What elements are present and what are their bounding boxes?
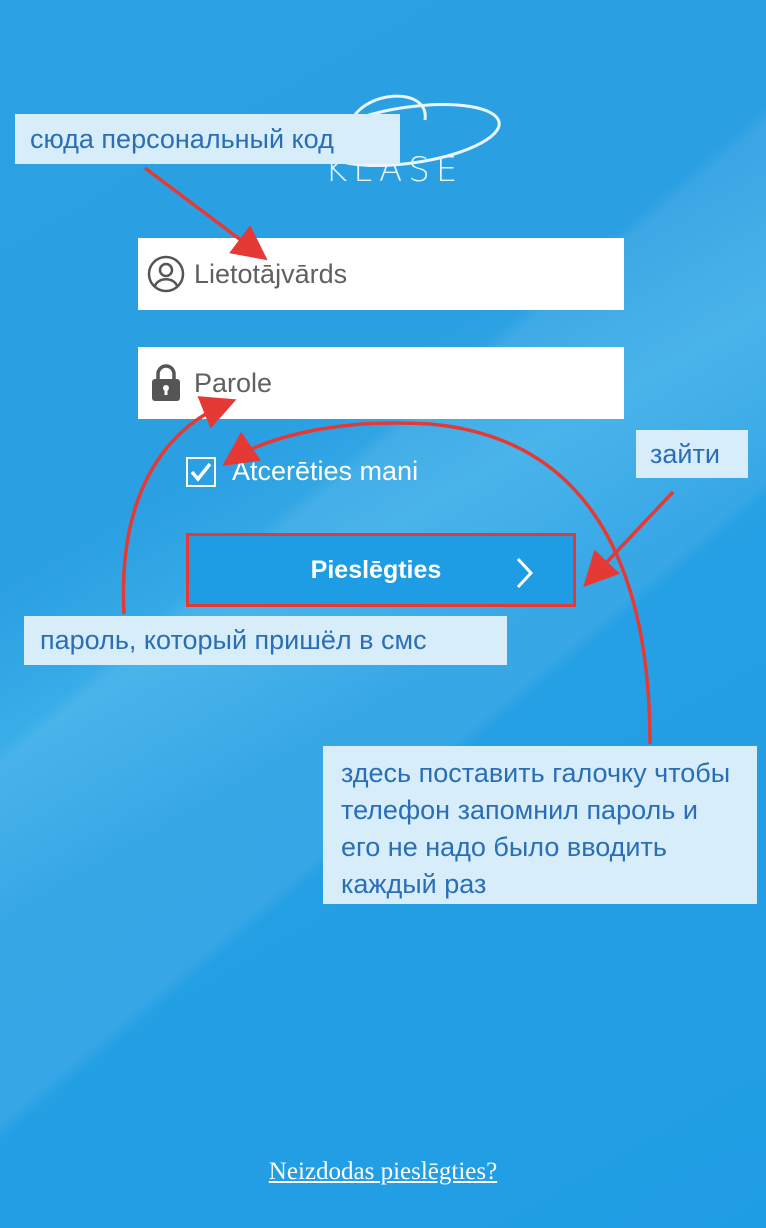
check-icon — [190, 462, 212, 482]
password-field[interactable] — [138, 347, 624, 419]
username-field[interactable] — [138, 238, 624, 310]
remember-me[interactable]: Atcerēties mani — [186, 456, 418, 487]
login-button-label: Pieslēgties — [310, 555, 442, 584]
arrow-to-login — [583, 490, 675, 588]
user-icon — [146, 254, 186, 294]
password-input[interactable] — [194, 367, 594, 399]
login-button[interactable]: Pieslēgties — [186, 533, 576, 607]
annotation-code-note: сюда персональный код — [15, 114, 400, 164]
annotation-login-note: зайти — [636, 430, 748, 478]
chevron-right-icon — [515, 556, 535, 595]
annotation-password-note: пароль, который пришёл в смс — [24, 616, 507, 665]
annotation-remember-note: здесь поставить галочку чтобы телефон за… — [323, 746, 757, 904]
forgot-login-link[interactable]: Neizdodas pieslēgties? — [0, 1158, 766, 1186]
lock-icon — [146, 363, 186, 403]
username-input[interactable] — [194, 258, 594, 290]
remember-checkbox[interactable] — [186, 456, 216, 487]
remember-label: Atcerēties mani — [232, 456, 419, 486]
